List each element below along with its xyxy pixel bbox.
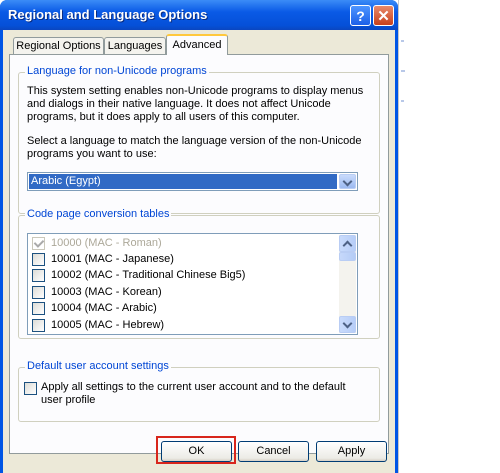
list-item-label: 10003 (MAC - Korean) [51,286,162,298]
checkbox-10002[interactable] [32,269,45,282]
checkbox-10001[interactable] [32,253,45,266]
cancel-button[interactable]: Cancel [238,441,309,462]
code-page-list[interactable]: 10000 (MAC - Roman) 10001 (MAC - Japanes… [27,233,358,335]
chevron-down-icon [342,176,353,187]
title-bar[interactable]: Regional and Language Options ? ✕ [0,0,398,30]
page-decoration [401,70,405,72]
default-user-group: Default user account settings Apply all … [18,360,380,422]
scroll-down-button[interactable] [339,316,356,333]
apply-button[interactable]: Apply [316,441,387,462]
apply-default-user-checkbox[interactable] [24,382,37,395]
close-button[interactable]: ✕ [373,5,394,26]
list-item-label: 10001 (MAC - Japanese) [51,253,174,265]
code-page-group-label: Code page conversion tables [25,208,172,220]
checkbox-10005[interactable] [32,319,45,332]
list-item-label: 10005 (MAC - Hebrew) [51,319,165,331]
language-select-value: Arabic (Egypt) [29,174,337,189]
checkbox-10004[interactable] [32,302,45,315]
apply-default-user-option[interactable]: Apply all settings to the current user a… [24,380,374,410]
scroll-thumb[interactable] [339,252,356,261]
chevron-up-icon [342,240,353,251]
list-item-label: 10000 (MAC - Roman) [51,237,162,249]
non-unicode-group: Language for non-Unicode programs This s… [18,65,380,214]
apply-default-user-label: Apply all settings to the current user a… [41,381,371,407]
scroll-up-button[interactable] [339,235,356,252]
checkbox-10003[interactable] [32,286,45,299]
check-icon [33,237,45,248]
description-line: and dialogs in their native language. It… [27,98,331,110]
description-line: This system setting enables non-Unicode … [27,85,364,97]
dropdown-arrow-button[interactable] [339,174,356,189]
prompt-line: programs you want to use: [27,148,157,160]
non-unicode-description: This system setting enables non-Unicode … [27,85,377,124]
list-item-label: 10002 (MAC - Traditional Chinese Big5) [51,269,246,281]
background-page [398,0,500,473]
checkbox-10000 [32,237,45,250]
description-line: programs, but it does apply to all users… [27,111,300,123]
default-user-group-label: Default user account settings [25,360,171,372]
tab-advanced[interactable]: Advanced [166,34,228,55]
window-title: Regional and Language Options [8,7,208,22]
vertical-scrollbar[interactable] [339,235,356,333]
language-prompt: Select a language to match the language … [27,135,377,161]
chevron-down-icon [342,318,353,329]
page-decoration [401,100,404,102]
tab-languages[interactable]: Languages [104,37,166,54]
non-unicode-group-label: Language for non-Unicode programs [25,65,209,77]
code-page-group: Code page conversion tables 10000 (MAC -… [18,208,380,339]
page-edge [398,0,399,473]
dialog-window: Regional and Language Options ? ✕ Region… [0,0,398,473]
dialog-client: Regional Options Languages Advanced Lang… [3,30,395,473]
page-decoration [401,40,404,42]
prompt-line: Select a language to match the language … [27,135,362,147]
ok-button[interactable]: OK [161,441,232,462]
help-button[interactable]: ? [350,5,371,26]
advanced-tab-panel: Language for non-Unicode programs This s… [9,54,389,454]
list-item-label: 10004 (MAC - Arabic) [51,302,157,314]
checkbox-label-line: Apply all settings to the current user a… [41,381,346,393]
checkbox-label-line: user profile [41,394,96,406]
language-select[interactable]: Arabic (Egypt) [27,172,358,191]
tab-regional-options[interactable]: Regional Options [13,37,104,54]
